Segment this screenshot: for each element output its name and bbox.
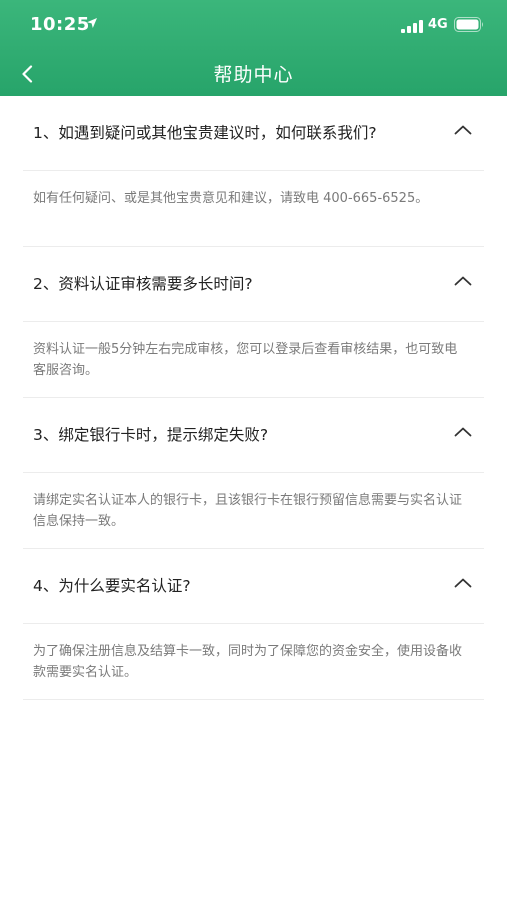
faq-question-text: 2、资料认证审核需要多长时间? — [33, 275, 253, 293]
faq-item: 4、为什么要实名认证? 为了确保注册信息及结算卡一致，同时为了保障您的资金安全，… — [0, 549, 507, 700]
faq-item: 1、如遇到疑问或其他宝贵建议时，如何联系我们? 如有任何疑问、或是其他宝贵意见和… — [0, 96, 507, 247]
battery-icon — [454, 17, 483, 32]
faq-answer-text: 资料认证一般5分钟左右完成审核，您可以登录后查看审核结果，也可致电客服咨询。 — [33, 342, 458, 378]
faq-item: 3、绑定银行卡时，提示绑定失败? 请绑定实名认证本人的银行卡，且该银行卡在银行预… — [0, 398, 507, 549]
faq-list: 1、如遇到疑问或其他宝贵建议时，如何联系我们? 如有任何疑问、或是其他宝贵意见和… — [0, 96, 507, 700]
faq-question-1[interactable]: 1、如遇到疑问或其他宝贵建议时，如何联系我们? — [23, 96, 484, 171]
faq-question-4[interactable]: 4、为什么要实名认证? — [23, 549, 484, 624]
status-bar: 10:25 4G — [0, 0, 507, 52]
network-label: 4G — [428, 17, 448, 32]
faq-answer-text: 请绑定实名认证本人的银行卡，且该银行卡在银行预留信息需要与实名认证信息保持一致。 — [33, 493, 463, 529]
nav-bar: 帮助中心 — [0, 52, 507, 96]
status-time: 10:25 — [30, 14, 90, 35]
faq-answer-text: 如有任何疑问、或是其他宝贵意见和建议，请致电 400-665-6525。 — [33, 191, 429, 206]
chevron-up-icon[interactable] — [454, 427, 472, 437]
faq-answer-2: 资料认证一般5分钟左右完成审核，您可以登录后查看审核结果，也可致电客服咨询。 — [23, 322, 484, 398]
faq-answer-text: 为了确保注册信息及结算卡一致，同时为了保障您的资金安全，使用设备收款需要实名认证… — [33, 644, 463, 680]
faq-answer-1: 如有任何疑问、或是其他宝贵意见和建议，请致电 400-665-6525。 — [23, 171, 484, 247]
signal-icon — [401, 20, 423, 33]
faq-question-text: 4、为什么要实名认证? — [33, 577, 191, 595]
faq-answer-3: 请绑定实名认证本人的银行卡，且该银行卡在银行预留信息需要与实名认证信息保持一致。 — [23, 473, 484, 549]
chevron-up-icon[interactable] — [454, 578, 472, 588]
page-title: 帮助中心 — [213, 64, 294, 86]
faq-question-2[interactable]: 2、资料认证审核需要多长时间? — [23, 247, 484, 322]
chevron-up-icon[interactable] — [454, 276, 472, 286]
faq-item: 2、资料认证审核需要多长时间? 资料认证一般5分钟左右完成审核，您可以登录后查看… — [0, 247, 507, 398]
faq-answer-4: 为了确保注册信息及结算卡一致，同时为了保障您的资金安全，使用设备收款需要实名认证… — [23, 624, 484, 700]
faq-question-3[interactable]: 3、绑定银行卡时，提示绑定失败? — [23, 398, 484, 473]
faq-question-text: 3、绑定银行卡时，提示绑定失败? — [33, 426, 269, 444]
chevron-up-icon[interactable] — [454, 125, 472, 135]
header: 10:25 4G 帮助中心 — [0, 0, 507, 96]
faq-question-text: 1、如遇到疑问或其他宝贵建议时，如何联系我们? — [33, 124, 377, 142]
location-arrow-icon — [87, 18, 97, 28]
